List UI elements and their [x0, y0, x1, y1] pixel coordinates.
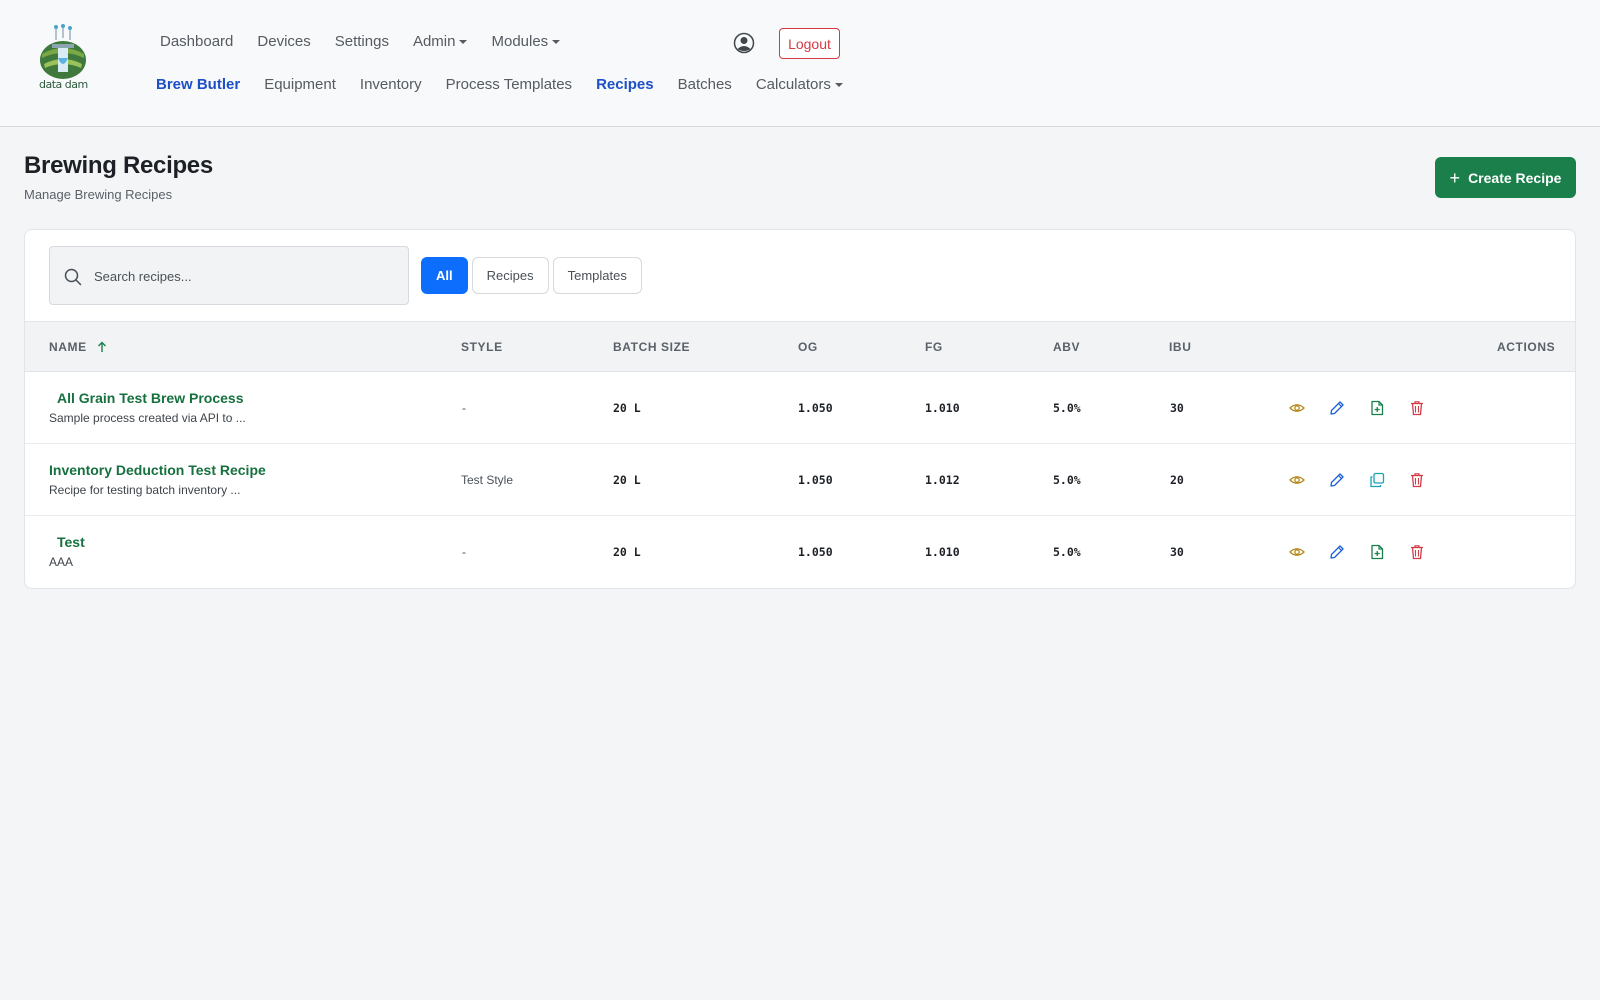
recipe-description: Sample process created via API to ...: [49, 411, 246, 425]
view-eye-icon[interactable]: [1289, 472, 1305, 488]
page-title: Brewing Recipes: [24, 152, 213, 179]
copy-icon[interactable]: [1369, 472, 1385, 488]
recipe-og: 1.050: [798, 401, 833, 415]
recipe-description: Recipe for testing batch inventory ...: [49, 483, 241, 497]
table-row: All Grain Test Brew Process Sample proce…: [25, 372, 1575, 444]
column-header-og[interactable]: OG: [798, 340, 818, 354]
column-header-ibu[interactable]: IBU: [1169, 340, 1191, 354]
nav-dashboard-label: Dashboard: [160, 33, 234, 50]
nav-inventory-label: Inventory: [359, 76, 422, 93]
search-input[interactable]: [94, 263, 394, 289]
nav-inventory[interactable]: Inventory: [360, 76, 422, 93]
recipe-ibu: 20: [1170, 473, 1184, 487]
column-header-batch-size[interactable]: BATCH SIZE: [613, 340, 690, 354]
table-row: Test AAA - 20 L 1.050 1.010 5.0% 30: [25, 516, 1575, 588]
nav-process-templates[interactable]: Process Templates: [446, 76, 572, 93]
column-header-name[interactable]: NAME: [49, 340, 107, 354]
search-box: [49, 246, 409, 305]
create-recipe-button[interactable]: + Create Recipe: [1435, 157, 1576, 198]
logout-button[interactable]: Logout: [779, 28, 840, 59]
filter-recipes-button[interactable]: Recipes: [471, 257, 549, 294]
recipe-fg: 1.010: [925, 401, 960, 415]
recipe-fg: 1.010: [925, 545, 960, 559]
edit-pencil-icon[interactable]: [1329, 472, 1345, 488]
recipe-abv: 5.0%: [1053, 473, 1081, 487]
caret-down-icon: [552, 39, 561, 44]
recipe-abv: 5.0%: [1053, 545, 1081, 559]
create-from-template-icon[interactable]: [1369, 544, 1385, 560]
table-header: NAME STYLE BATCH SIZE OG FG ABV IBU ACTI…: [25, 321, 1575, 372]
recipe-ibu: 30: [1170, 401, 1184, 415]
nav-calculators-label: Calculators: [755, 76, 831, 93]
filter-all-button[interactable]: All: [421, 257, 468, 294]
nav-equipment[interactable]: Equipment: [264, 76, 336, 93]
recipe-og: 1.050: [798, 473, 833, 487]
delete-trash-icon[interactable]: [1409, 544, 1425, 560]
recipe-name-link[interactable]: All Grain Test Brew Process: [57, 390, 243, 406]
nav-devices[interactable]: Devices: [257, 33, 310, 50]
plus-icon: +: [1449, 167, 1461, 188]
column-header-style[interactable]: STYLE: [461, 340, 503, 354]
recipes-card: All Recipes Templates NAME STYLE BATCH S…: [24, 229, 1576, 589]
primary-nav: Dashboard Devices Settings Admin Modules: [160, 33, 584, 50]
recipe-abv: 5.0%: [1053, 401, 1081, 415]
page-subtitle: Manage Brewing Recipes: [24, 187, 173, 202]
nav-equipment-label: Equipment: [264, 76, 336, 93]
caret-down-icon: [459, 39, 468, 44]
nav-modules-dropdown[interactable]: Modules: [491, 33, 561, 50]
column-header-fg[interactable]: FG: [925, 340, 943, 354]
recipe-batch-size: 20 L: [613, 401, 641, 415]
recipe-name-link[interactable]: Test: [57, 534, 85, 550]
nav-recipes[interactable]: Recipes: [596, 76, 654, 93]
delete-trash-icon[interactable]: [1409, 400, 1425, 416]
nav-settings[interactable]: Settings: [335, 33, 389, 50]
column-header-actions: ACTIONS: [1497, 340, 1556, 354]
user-account-icon[interactable]: [733, 32, 755, 54]
view-eye-icon[interactable]: [1289, 544, 1305, 560]
secondary-nav: Brew Butler Equipment Inventory Process …: [156, 76, 867, 93]
nav-calculators-dropdown[interactable]: Calculators: [756, 76, 843, 93]
create-from-template-icon[interactable]: [1369, 400, 1385, 416]
edit-pencil-icon[interactable]: [1329, 544, 1345, 560]
recipe-style: Test Style: [461, 473, 514, 487]
create-recipe-label: Create Recipe: [1468, 169, 1562, 186]
nav-brew-butler[interactable]: Brew Butler: [156, 76, 240, 93]
column-header-abv[interactable]: ABV: [1053, 340, 1080, 354]
recipe-style: -: [462, 545, 466, 559]
nav-admin-dropdown[interactable]: Admin: [413, 33, 468, 50]
nav-recipes-label: Recipes: [596, 76, 654, 93]
nav-admin-label: Admin: [412, 33, 456, 50]
recipe-description: AAA: [49, 555, 74, 569]
search-icon: [64, 268, 82, 286]
filter-templates-button[interactable]: Templates: [552, 257, 642, 294]
sort-ascending-icon: [97, 341, 106, 352]
recipe-batch-size: 20 L: [613, 473, 641, 487]
nav-settings-label: Settings: [334, 33, 389, 50]
nav-batches[interactable]: Batches: [678, 76, 732, 93]
view-eye-icon[interactable]: [1289, 400, 1305, 416]
recipe-ibu: 30: [1170, 545, 1184, 559]
nav-batches-label: Batches: [677, 76, 732, 93]
recipe-name-link[interactable]: Inventory Deduction Test Recipe: [49, 462, 266, 478]
caret-down-icon: [834, 82, 843, 87]
recipe-og: 1.050: [798, 545, 833, 559]
recipe-batch-size: 20 L: [613, 545, 641, 559]
nav-process-templates-label: Process Templates: [445, 76, 573, 93]
nav-dashboard[interactable]: Dashboard: [160, 33, 233, 50]
nav-devices-label: Devices: [257, 33, 311, 50]
column-name-label: NAME: [49, 340, 87, 354]
recipe-style: -: [462, 401, 466, 415]
nav-brew-butler-label: Brew Butler: [156, 76, 241, 93]
delete-trash-icon[interactable]: [1409, 472, 1425, 488]
logo-text: data dam: [39, 78, 88, 91]
table-row: Inventory Deduction Test Recipe Recipe f…: [25, 444, 1575, 516]
top-navbar: data dam Dashboard Devices Settings Admi…: [0, 0, 1600, 127]
nav-modules-label: Modules: [491, 33, 549, 50]
edit-pencil-icon[interactable]: [1329, 400, 1345, 416]
filter-group: All Recipes Templates: [421, 257, 642, 294]
recipe-fg: 1.012: [925, 473, 960, 487]
